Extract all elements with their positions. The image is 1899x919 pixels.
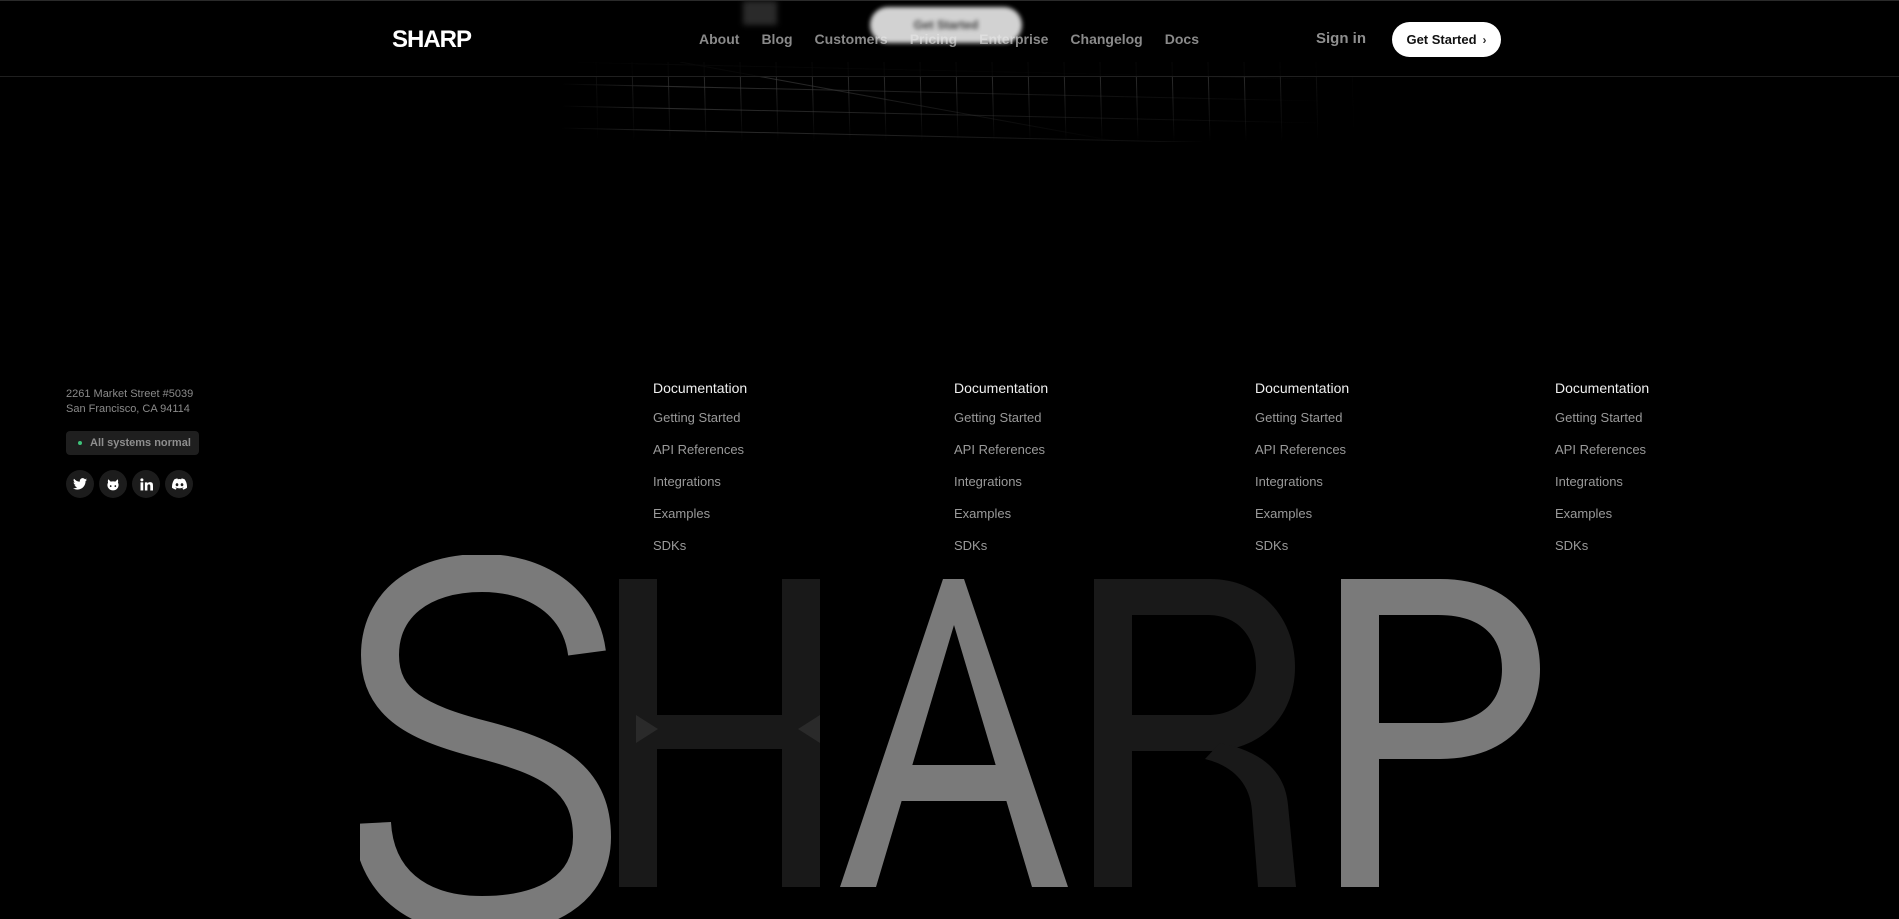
wordmark-letter-r (1094, 579, 1296, 887)
link-getting-started[interactable]: Getting Started (1255, 410, 1455, 426)
column-title: Documentation (1255, 380, 1350, 396)
link-api-references[interactable]: API References (954, 442, 1154, 458)
wordmark-letter-p (1341, 579, 1540, 887)
blurred-decoration (743, 1, 777, 25)
get-started-label: Get Started (1406, 32, 1477, 47)
discord-icon (171, 478, 187, 490)
address: 2261 Market Street #5039 San Francisco, … (66, 387, 193, 417)
link-sdks[interactable]: SDKs (1255, 538, 1455, 554)
link-getting-started[interactable]: Getting Started (954, 410, 1154, 426)
blurred-get-started-label: Get Started (913, 18, 979, 32)
wordmark-letter-s (360, 555, 612, 919)
github-link[interactable] (99, 470, 127, 498)
discord-link[interactable] (165, 470, 193, 498)
social-links (66, 470, 193, 498)
address-line-2: San Francisco, CA 94114 (66, 403, 190, 415)
get-started-button[interactable]: Get Started › (1392, 22, 1501, 57)
link-sdks[interactable]: SDKs (1555, 538, 1755, 554)
link-getting-started[interactable]: Getting Started (653, 410, 853, 426)
nav-link-blog[interactable]: Blog (761, 31, 792, 47)
column-title: Documentation (1555, 380, 1650, 396)
twitter-icon (73, 478, 87, 490)
nav-link-docs[interactable]: Docs (1165, 31, 1199, 47)
navbar: SHARP About Blog Customers Pricing Enter… (0, 0, 1899, 77)
footer-column-4: Documentation Getting Started API Refere… (1555, 380, 1755, 570)
sign-in-link[interactable]: Sign in (1316, 30, 1366, 47)
link-examples[interactable]: Examples (1555, 506, 1755, 522)
wordmark-letter-a (840, 579, 1068, 887)
linkedin-icon (139, 477, 153, 490)
link-examples[interactable]: Examples (954, 506, 1154, 522)
footer-column-3: Documentation Getting Started API Refere… (1255, 380, 1455, 570)
column-title: Documentation (653, 380, 748, 396)
link-integrations[interactable]: Integrations (1555, 474, 1755, 490)
status-text: All systems normal (90, 437, 191, 449)
link-examples[interactable]: Examples (653, 506, 853, 522)
nav-link-about[interactable]: About (699, 31, 739, 47)
status-dot-icon (78, 441, 82, 445)
footer-column-1: Documentation Getting Started API Refere… (653, 380, 853, 570)
status-badge[interactable]: All systems normal (66, 431, 199, 455)
sharp-wordmark (360, 555, 1540, 919)
footer-column-2: Documentation Getting Started API Refere… (954, 380, 1154, 570)
logo[interactable]: SHARP (392, 26, 472, 54)
linkedin-link[interactable] (132, 470, 160, 498)
wordmark-letter-h (619, 579, 820, 887)
address-line-1: 2261 Market Street #5039 (66, 388, 194, 400)
github-icon (107, 478, 119, 490)
link-api-references[interactable]: API References (1555, 442, 1755, 458)
chevron-right-icon: › (1482, 32, 1487, 47)
link-api-references[interactable]: API References (653, 442, 853, 458)
column-title: Documentation (954, 380, 1049, 396)
link-integrations[interactable]: Integrations (954, 474, 1154, 490)
blurred-get-started-button: Get Started (870, 7, 1022, 43)
link-sdks[interactable]: SDKs (954, 538, 1154, 554)
twitter-link[interactable] (66, 470, 94, 498)
link-sdks[interactable]: SDKs (653, 538, 853, 554)
link-integrations[interactable]: Integrations (653, 474, 853, 490)
link-examples[interactable]: Examples (1255, 506, 1455, 522)
nav-link-changelog[interactable]: Changelog (1070, 31, 1142, 47)
page: SHARP About Blog Customers Pricing Enter… (0, 0, 1899, 919)
link-api-references[interactable]: API References (1255, 442, 1455, 458)
link-getting-started[interactable]: Getting Started (1555, 410, 1755, 426)
link-integrations[interactable]: Integrations (1255, 474, 1455, 490)
